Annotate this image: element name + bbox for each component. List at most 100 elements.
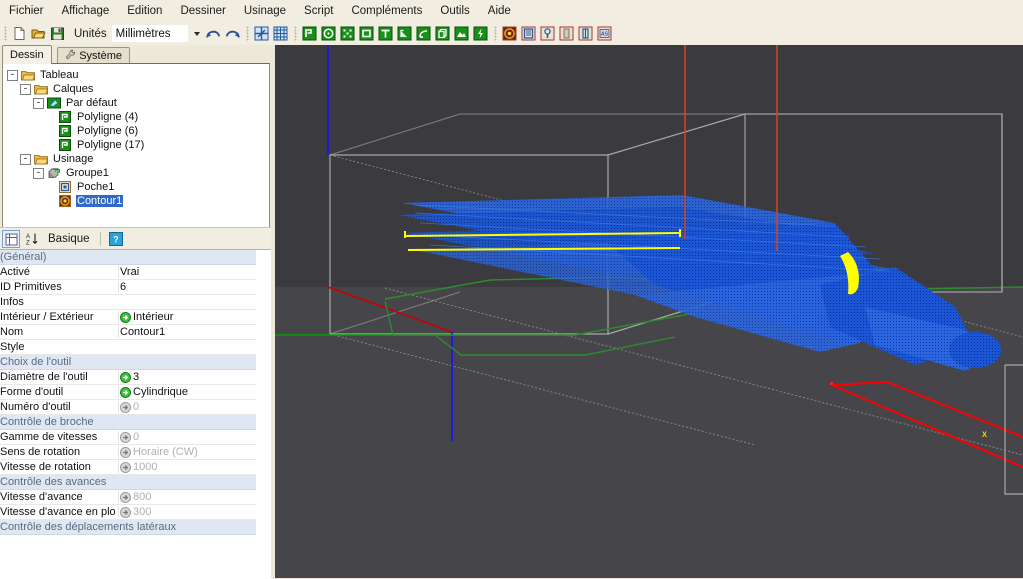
- property-row[interactable]: Vitesse d'avance en plo 300: [0, 505, 256, 520]
- shape-icon[interactable]: [396, 25, 413, 42]
- rectangle-icon[interactable]: [358, 25, 375, 42]
- property-row[interactable]: Style: [0, 340, 256, 355]
- property-row[interactable]: Gamme de vitesses 0: [0, 430, 256, 445]
- tree-item-polyligne-4[interactable]: Polyligne (4): [7, 110, 269, 124]
- tree-item-groupe1[interactable]: - Groupe1: [7, 166, 269, 180]
- points-icon[interactable]: [339, 25, 356, 42]
- menu-complements[interactable]: Compléments: [342, 2, 431, 20]
- property-expand-arrow-icon[interactable]: [120, 386, 131, 398]
- property-value-cell[interactable]: 0: [118, 401, 256, 413]
- toolbar-grip[interactable]: [4, 26, 7, 41]
- units-dropdown-arrow[interactable]: [189, 26, 204, 41]
- arc-icon[interactable]: [415, 25, 432, 42]
- property-value-cell[interactable]: Cylindrique: [118, 386, 256, 398]
- property-expand-arrow-icon[interactable]: [120, 371, 131, 383]
- circle-icon[interactable]: [320, 25, 337, 42]
- contour-op-icon[interactable]: [501, 25, 518, 42]
- property-row[interactable]: Numéro d'outil 0: [0, 400, 256, 415]
- property-row[interactable]: Nom Contour1: [0, 325, 256, 340]
- property-row[interactable]: Sens de rotation Horaire (CW): [0, 445, 256, 460]
- property-grid[interactable]: (Général) Activé Vrai ID Primitives 6 Infos In…: [0, 249, 272, 579]
- property-row[interactable]: Forme d'outil Cylindrique: [0, 385, 256, 400]
- redo-icon[interactable]: [224, 25, 241, 42]
- menu-script[interactable]: Script: [295, 2, 342, 20]
- polyline-icon[interactable]: [301, 25, 318, 42]
- snap-icon[interactable]: [253, 25, 270, 42]
- menu-outils[interactable]: Outils: [431, 2, 478, 20]
- undo-icon[interactable]: [205, 25, 222, 42]
- tree-item-polyligne-17[interactable]: Polyligne (17): [7, 138, 269, 152]
- help-button[interactable]: ?: [107, 230, 125, 248]
- save-disk-icon[interactable]: [49, 25, 66, 42]
- property-value-cell[interactable]: 3: [118, 371, 256, 383]
- mountain-icon[interactable]: [453, 25, 470, 42]
- property-expand-arrow-icon[interactable]: [120, 311, 131, 323]
- categorize-button[interactable]: [2, 230, 20, 248]
- tree-item-par-d-faut[interactable]: - Par défaut: [7, 96, 269, 110]
- pocket-op-icon[interactable]: [520, 25, 537, 42]
- drill-op-icon[interactable]: [539, 25, 556, 42]
- toolbar-grip-2[interactable]: [245, 26, 249, 41]
- property-row[interactable]: Vitesse de rotation 1000: [0, 460, 256, 475]
- property-expand-arrow-icon[interactable]: [120, 491, 131, 503]
- tree-collapse-toggle[interactable]: -: [33, 97, 44, 109]
- property-value-cell[interactable]: 1000: [118, 461, 256, 473]
- tree-item-usinage[interactable]: - Usinage: [7, 152, 269, 166]
- property-value-cell[interactable]: 800: [118, 491, 256, 503]
- tree-collapse-toggle[interactable]: -: [33, 167, 44, 179]
- profile-op-icon[interactable]: [558, 25, 575, 42]
- box-icon[interactable]: [434, 25, 451, 42]
- property-value-cell[interactable]: Horaire (CW): [118, 446, 256, 458]
- property-expand-arrow-icon[interactable]: [120, 401, 131, 413]
- toolbar-grip-3[interactable]: [293, 26, 297, 41]
- tree-item-polyligne-6[interactable]: Polyligne (6): [7, 124, 269, 138]
- menu-affichage[interactable]: Affichage: [53, 2, 119, 20]
- property-value-cell[interactable]: Vrai: [118, 266, 256, 278]
- property-row[interactable]: Diamètre de l'outil 3: [0, 370, 256, 385]
- viewport-3d[interactable]: x: [275, 45, 1023, 578]
- text-icon[interactable]: [377, 25, 394, 42]
- tab-dessin[interactable]: Dessin: [2, 45, 52, 64]
- tree-item-label: Calques: [53, 83, 94, 95]
- tree-item-poche1[interactable]: Poche1: [7, 180, 269, 194]
- property-row[interactable]: Intérieur / Extérieur Intérieur: [0, 310, 256, 325]
- menu-usinage[interactable]: Usinage: [235, 2, 295, 20]
- open-folder-icon[interactable]: [30, 25, 47, 42]
- engrave-op-icon[interactable]: [577, 25, 594, 42]
- property-row[interactable]: Activé Vrai: [0, 265, 256, 280]
- menu-edition[interactable]: Edition: [118, 2, 171, 20]
- property-expand-arrow-icon[interactable]: [120, 446, 131, 458]
- property-expand-arrow-icon[interactable]: [120, 461, 131, 473]
- gcode-op-icon[interactable]: AS: [596, 25, 613, 42]
- property-row[interactable]: Infos: [0, 295, 256, 310]
- menu-fichier[interactable]: Fichier: [0, 2, 53, 20]
- property-expand-arrow-icon[interactable]: [120, 506, 131, 518]
- sort-alpha-button[interactable]: A Z: [22, 230, 40, 248]
- tree-collapse-toggle[interactable]: -: [20, 153, 31, 165]
- tree-item-calques[interactable]: - Calques: [7, 82, 269, 96]
- tree-collapse-toggle[interactable]: -: [7, 69, 18, 81]
- grid-icon[interactable]: [272, 25, 289, 42]
- property-expand-arrow-icon[interactable]: [120, 431, 131, 443]
- property-value-cell[interactable]: Intérieur: [118, 311, 256, 323]
- units-select[interactable]: Millimètres: [111, 25, 188, 42]
- tree-item-contour1[interactable]: Contour1: [7, 194, 269, 208]
- property-row[interactable]: Vitesse d'avance 800: [0, 490, 256, 505]
- property-value-cell[interactable]: Contour1: [118, 326, 256, 338]
- tree-collapse-toggle[interactable]: -: [20, 83, 31, 95]
- tab-systeme[interactable]: Système: [57, 47, 130, 64]
- tree-item-tableau[interactable]: - Tableau: [7, 68, 269, 82]
- bolt-icon[interactable]: [472, 25, 489, 42]
- property-value-cell[interactable]: 300: [118, 506, 256, 518]
- toolbar-grip-4[interactable]: [493, 26, 497, 41]
- property-mode-label[interactable]: Basique: [48, 233, 90, 245]
- menu-dessiner[interactable]: Dessiner: [171, 2, 234, 20]
- property-value-cell[interactable]: 6: [118, 281, 256, 293]
- menu-aide[interactable]: Aide: [479, 2, 520, 20]
- new-file-icon[interactable]: [11, 25, 28, 42]
- viewport-canvas: x: [275, 45, 1023, 578]
- property-name: Numéro d'outil: [0, 401, 71, 413]
- property-row[interactable]: ID Primitives 6: [0, 280, 256, 295]
- property-value-cell[interactable]: 0: [118, 431, 256, 443]
